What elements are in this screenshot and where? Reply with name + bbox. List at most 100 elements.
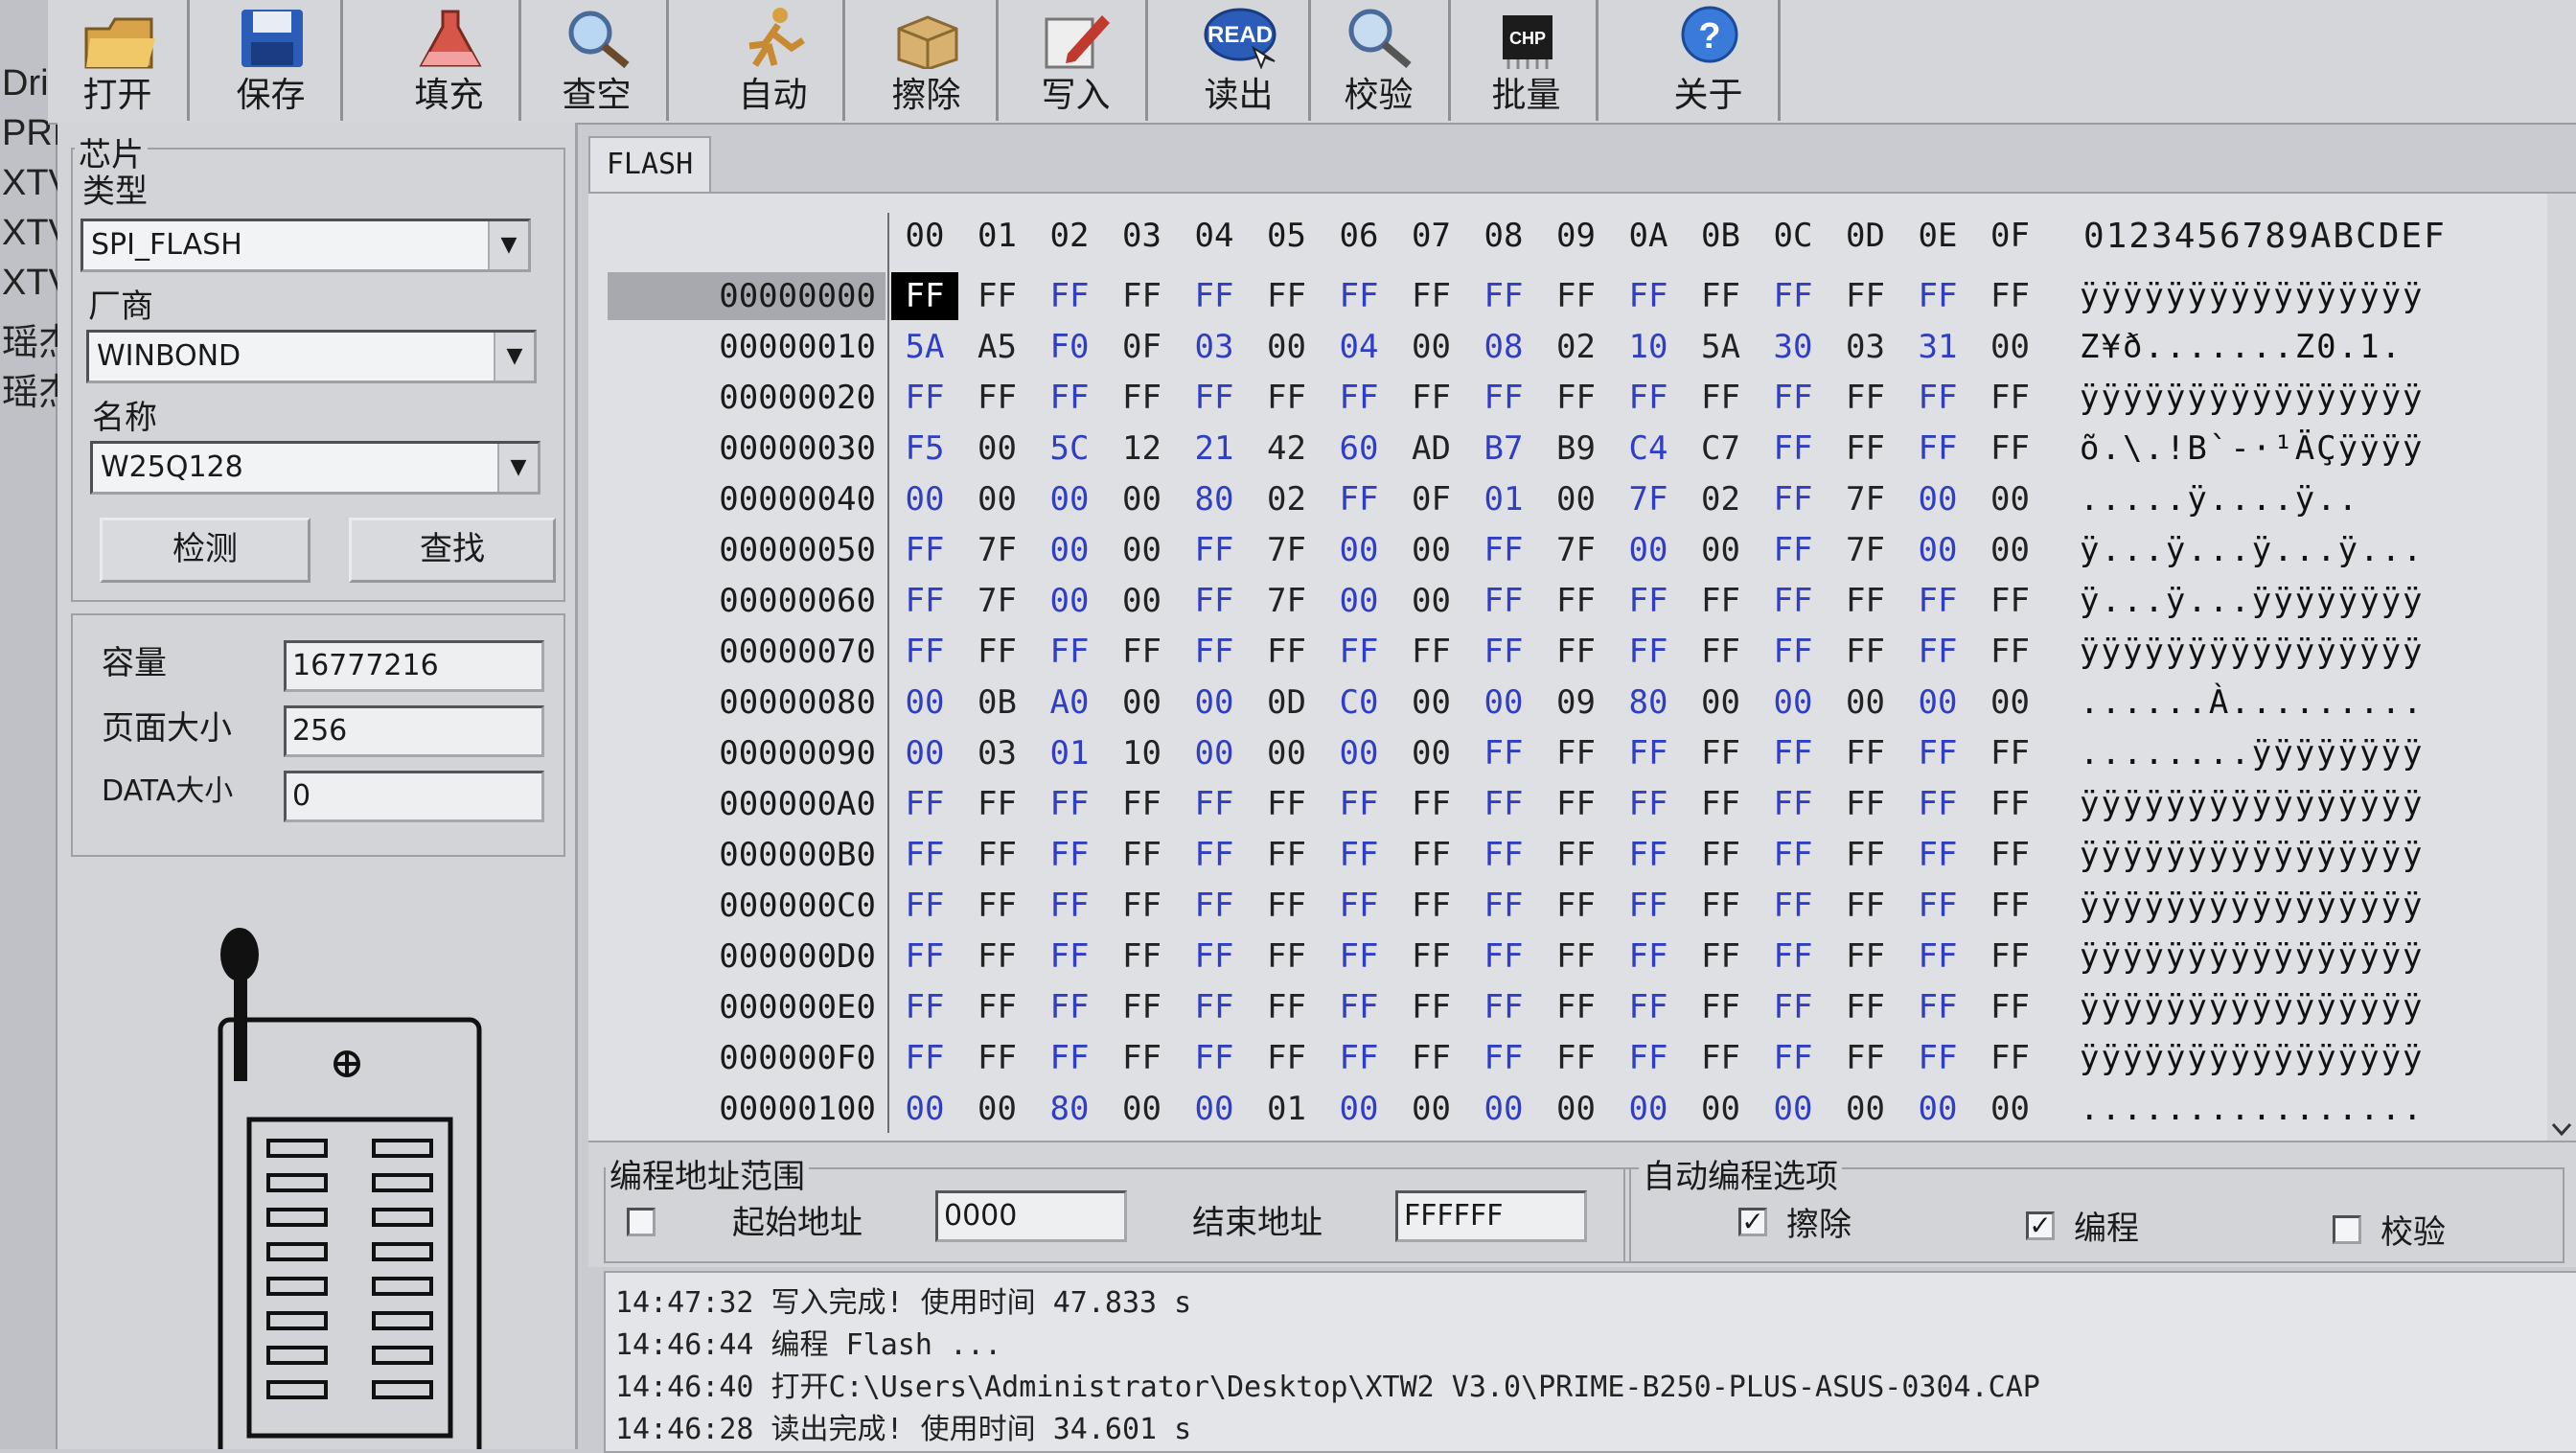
hex-byte[interactable]: FF — [1470, 729, 1537, 777]
hex-byte[interactable]: FF — [891, 831, 958, 879]
hex-byte[interactable]: FF — [1543, 272, 1610, 320]
hex-byte[interactable]: FF — [1036, 780, 1103, 828]
hex-row[interactable]: 00000060 FF 7F 00 00 FF 7F 00 00 FF FF FF FF FF FF FF FF… — [588, 577, 2576, 627]
hex-row[interactable]: 000000C0 FF FF FF FF FF FF FF FF FF FF FF FF FF FF FF FF… — [588, 882, 2576, 932]
hex-byte[interactable]: FF — [1109, 374, 1176, 422]
hex-byte[interactable]: 00 — [1109, 526, 1176, 574]
hex-byte[interactable]: FF — [1615, 729, 1682, 777]
hex-byte[interactable]: 00 — [891, 475, 958, 523]
hex-byte[interactable]: 01 — [1036, 729, 1103, 777]
hex-byte[interactable]: FF — [1904, 882, 1971, 930]
hex-byte[interactable]: FF — [1760, 374, 1827, 422]
hex-byte[interactable]: 00 — [1470, 1085, 1537, 1133]
hex-byte[interactable]: FF — [1615, 628, 1682, 676]
hex-byte[interactable]: FF — [1181, 526, 1248, 574]
hex-byte[interactable]: FF — [1615, 882, 1682, 930]
hex-byte[interactable]: 09 — [1543, 679, 1610, 726]
hex-byte[interactable]: FF — [1470, 272, 1537, 320]
hex-byte[interactable]: 30 — [1760, 323, 1827, 371]
hex-row[interactable]: 000000B0 FF FF FF FF FF FF FF FF FF FF FF FF FF FF FF FF… — [588, 831, 2576, 881]
hex-byte[interactable]: FF — [1977, 272, 2044, 320]
hex-byte[interactable]: FF — [964, 628, 1031, 676]
hex-byte[interactable]: FF — [1615, 1034, 1682, 1082]
hex-byte[interactable]: FF — [1398, 882, 1465, 930]
hex-byte[interactable]: FF — [1181, 780, 1248, 828]
hex-byte[interactable]: FF — [1036, 831, 1103, 879]
hex-byte[interactable]: FF — [1543, 933, 1610, 980]
hex-row[interactable]: 00000050 FF 7F 00 00 FF 7F 00 00 FF 7F 00 00 FF 7F 00 00… — [588, 526, 2576, 576]
hex-byte[interactable]: FF — [1470, 374, 1537, 422]
hex-byte[interactable]: 0B — [964, 679, 1031, 726]
hex-byte[interactable]: FF — [1470, 780, 1537, 828]
start-address-input[interactable]: 0000 — [935, 1190, 1127, 1242]
hex-byte[interactable]: FF — [891, 577, 958, 625]
end-address-input[interactable]: FFFFFF — [1395, 1190, 1587, 1242]
hex-byte[interactable]: FF — [1760, 272, 1827, 320]
hex-byte[interactable]: 00 — [891, 1085, 958, 1133]
hex-byte[interactable]: 7F — [1543, 526, 1610, 574]
hex-byte[interactable]: 00 — [1977, 526, 2044, 574]
hex-byte[interactable]: FF — [1688, 729, 1755, 777]
hex-byte[interactable]: FF — [1325, 272, 1392, 320]
hex-byte[interactable]: FF — [1109, 933, 1176, 980]
hex-byte[interactable]: FF — [891, 526, 958, 574]
hex-byte[interactable]: 7F — [1254, 526, 1321, 574]
hex-byte[interactable]: FF — [1688, 780, 1755, 828]
hex-byte[interactable]: FF — [1977, 780, 2044, 828]
log-panel[interactable]: 14:47:32 写入完成! 使用时间 47.833 s 14:46:44 编程 … — [604, 1271, 2576, 1453]
hex-byte[interactable]: FF — [1470, 933, 1537, 980]
hex-byte[interactable]: FF — [1977, 882, 2044, 930]
hex-byte[interactable]: FF — [1543, 729, 1610, 777]
hex-byte[interactable]: FF — [1181, 1034, 1248, 1082]
hex-byte[interactable]: FF — [964, 272, 1031, 320]
hex-byte[interactable]: 00 — [964, 425, 1031, 473]
hex-byte[interactable]: FF — [1832, 933, 1899, 980]
hex-byte[interactable]: 00 — [1615, 1085, 1682, 1133]
hex-byte[interactable]: FF — [1688, 272, 1755, 320]
hex-byte[interactable]: FF — [1254, 780, 1321, 828]
hex-byte[interactable]: 00 — [891, 729, 958, 777]
hex-byte[interactable]: FF — [1977, 1034, 2044, 1082]
hex-byte[interactable]: FF — [1254, 983, 1321, 1031]
hex-byte[interactable]: FF — [1760, 425, 1827, 473]
hex-byte[interactable]: A5 — [964, 323, 1031, 371]
toolbar-button-0[interactable]: 打开 — [48, 0, 190, 121]
hex-byte[interactable]: 00 — [1109, 679, 1176, 726]
hex-byte[interactable]: 00 — [964, 1085, 1031, 1133]
hex-byte[interactable]: FF — [1977, 831, 2044, 879]
hex-byte[interactable]: FF — [1254, 628, 1321, 676]
hex-byte[interactable]: FF — [1615, 983, 1682, 1031]
hex-byte[interactable]: FF — [1543, 628, 1610, 676]
chevron-down-icon[interactable]: ▼ — [494, 333, 534, 381]
hex-editor[interactable]: 0123456789ABCDEF 00 01 02 03 04 05 06 07 08 09 0A 0… — [588, 192, 2576, 1142]
hex-byte[interactable]: FF — [1760, 526, 1827, 574]
hex-byte[interactable]: 00 — [1325, 1085, 1392, 1133]
hex-byte[interactable]: FF — [1688, 577, 1755, 625]
hex-byte[interactable]: FF — [891, 272, 958, 320]
hex-byte[interactable]: FF — [964, 780, 1031, 828]
hex-byte[interactable]: 00 — [1398, 729, 1465, 777]
hex-byte[interactable]: C4 — [1615, 425, 1682, 473]
hex-byte[interactable]: 60 — [1325, 425, 1392, 473]
detect-button[interactable]: 检测 — [100, 518, 310, 583]
hex-byte[interactable]: FF — [1254, 831, 1321, 879]
hex-byte[interactable]: FF — [1904, 272, 1971, 320]
name-select[interactable]: W25Q128 ▼ — [90, 441, 540, 495]
hex-byte[interactable]: 7F — [964, 577, 1031, 625]
toolbar-button-4[interactable]: 自动 — [703, 0, 845, 121]
hex-byte[interactable]: FF — [1254, 272, 1321, 320]
hex-byte[interactable]: 7F — [1254, 577, 1321, 625]
hex-byte[interactable]: 00 — [1904, 679, 1971, 726]
hex-byte[interactable]: 00 — [891, 679, 958, 726]
hex-byte[interactable]: 00 — [1760, 679, 1827, 726]
hex-byte[interactable]: FF — [1904, 628, 1971, 676]
hex-byte[interactable]: 5A — [891, 323, 958, 371]
erase-checkbox[interactable]: ✓ — [1738, 1208, 1767, 1236]
address-range-checkbox[interactable] — [627, 1208, 656, 1236]
hex-byte[interactable]: 00 — [1109, 577, 1176, 625]
hex-byte[interactable]: FF — [1398, 933, 1465, 980]
hex-row[interactable]: 00000030 F5 00 5C 12 21 42 60 AD B7 B9 C4 C7 FF FF FF FF… — [588, 425, 2576, 474]
hex-byte[interactable]: FF — [1977, 729, 2044, 777]
hex-byte[interactable]: FF — [1325, 1034, 1392, 1082]
toolbar-button-7[interactable]: READ 读出 — [1169, 0, 1311, 121]
